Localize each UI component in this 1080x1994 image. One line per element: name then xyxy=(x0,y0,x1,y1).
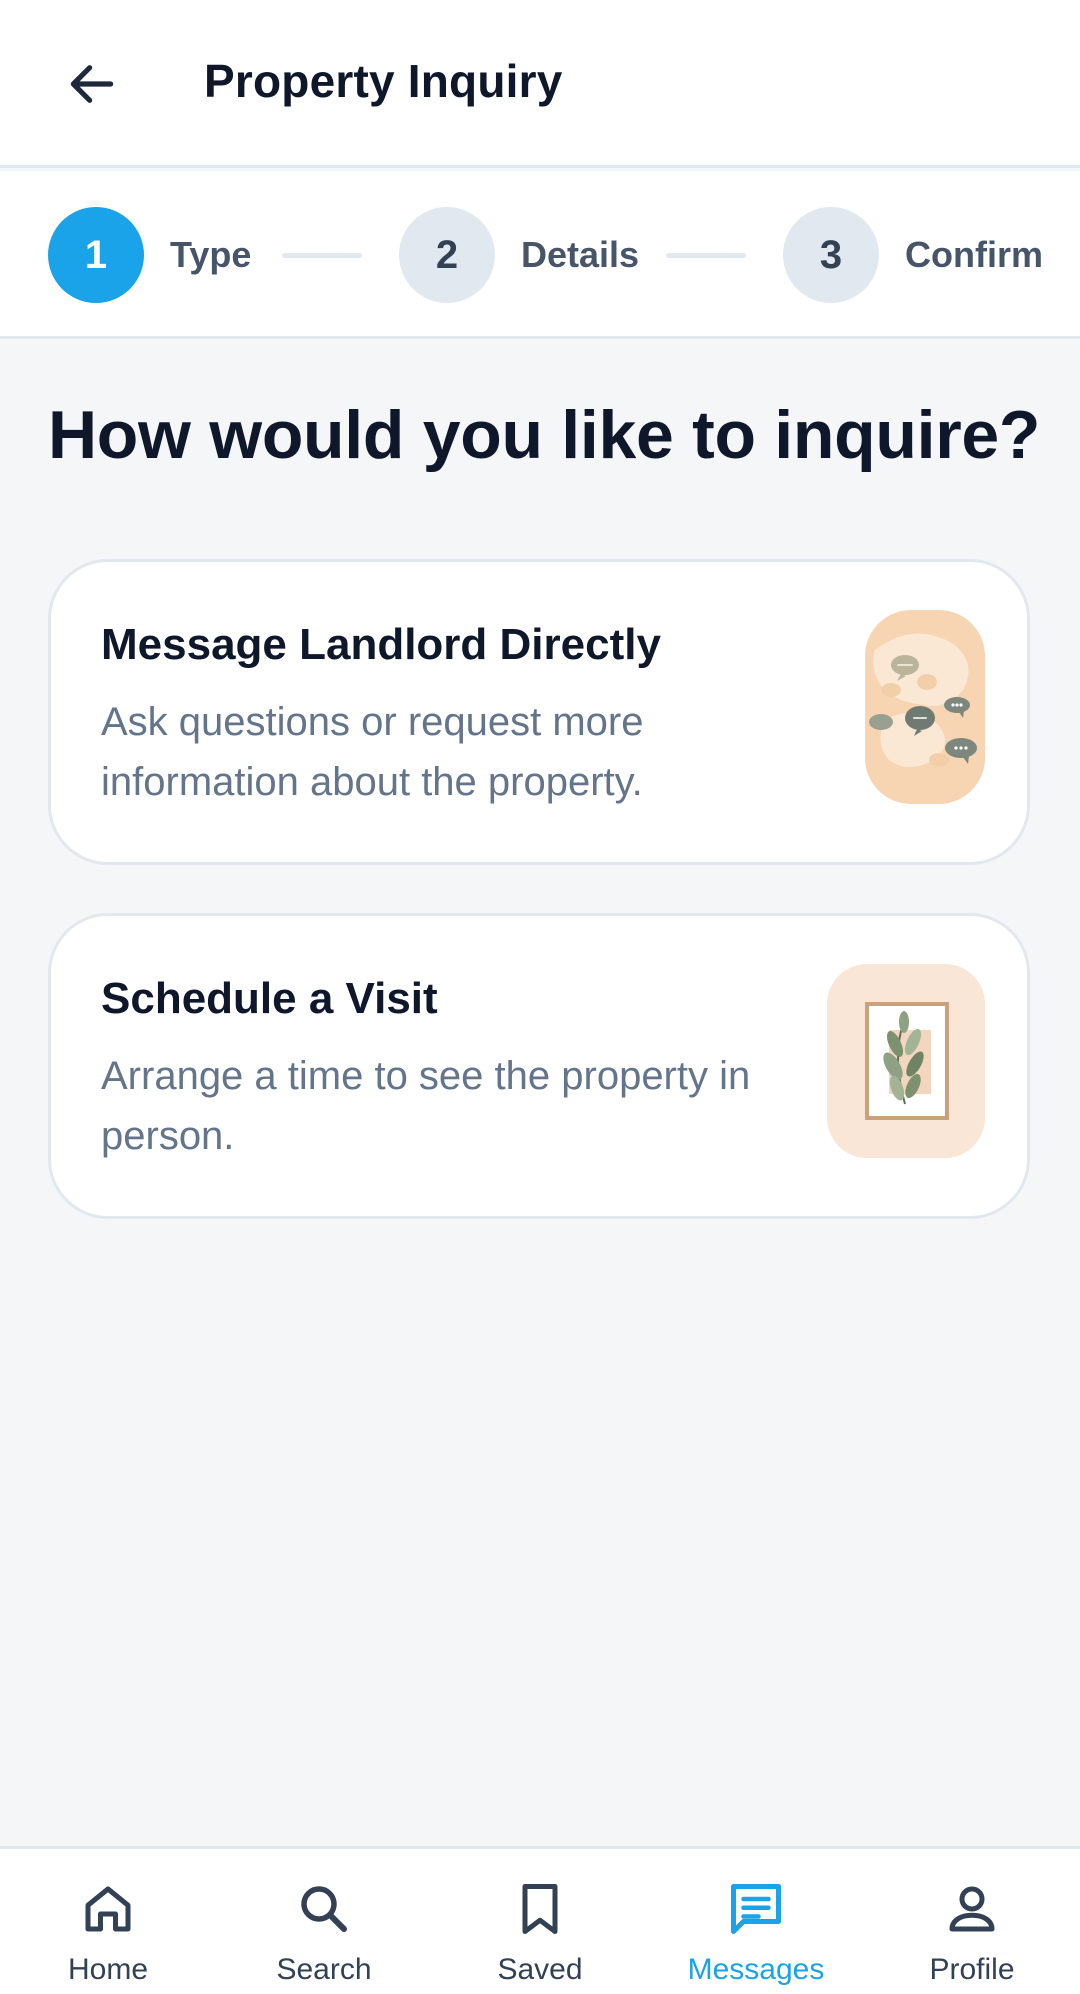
profile-icon xyxy=(949,1886,995,1932)
nav-label: Messages xyxy=(687,1953,825,1986)
step-type: 1 Type xyxy=(48,207,251,303)
nav-label: Search xyxy=(276,1953,372,1986)
step-details: 2 Details xyxy=(399,207,639,303)
option-title: Message Landlord Directly xyxy=(101,620,661,669)
section-heading: How would you like to inquire? xyxy=(48,397,1041,473)
framed-plant-illustration xyxy=(827,964,985,1158)
option-card-schedule-visit[interactable]: Schedule a Visit Arrange a time to see t… xyxy=(48,913,1030,1219)
nav-messages[interactable]: Messages xyxy=(648,1849,864,1994)
step-label: Type xyxy=(170,234,252,275)
page-title: Property Inquiry xyxy=(204,55,563,107)
progress-stepper: 1 Type 2 Details 3 Confirm xyxy=(0,171,1080,339)
nav-profile[interactable]: Profile xyxy=(864,1849,1080,1994)
step-number: 2 xyxy=(399,207,495,303)
bookmark-icon xyxy=(522,1884,558,1934)
bottom-navigation: Home Search Saved Messages Profile xyxy=(0,1846,1080,1994)
messages-icon xyxy=(731,1884,781,1934)
home-icon xyxy=(85,1886,131,1932)
step-connector xyxy=(282,253,362,258)
step-label: Confirm xyxy=(905,234,1043,275)
step-number: 1 xyxy=(48,207,144,303)
app-header: Property Inquiry xyxy=(0,0,1080,168)
app-screen: Property Inquiry 1 Type 2 Details 3 Conf… xyxy=(0,0,1080,1994)
step-connector xyxy=(666,253,746,258)
arrow-left-icon xyxy=(70,65,114,103)
nav-home[interactable]: Home xyxy=(0,1849,216,1994)
nav-label: Home xyxy=(67,1953,149,1986)
step-label: Details xyxy=(521,234,640,275)
option-description: Ask questions or request more informatio… xyxy=(101,700,644,804)
step-number: 3 xyxy=(783,207,879,303)
back-button[interactable] xyxy=(64,44,154,124)
nav-label: Saved xyxy=(497,1953,583,1986)
search-icon xyxy=(301,1886,347,1932)
chat-bubbles-illustration xyxy=(865,610,985,804)
nav-search[interactable]: Search xyxy=(216,1849,432,1994)
step-confirm: 3 Confirm xyxy=(783,207,1043,303)
option-title: Schedule a Visit xyxy=(101,974,438,1023)
nav-saved[interactable]: Saved xyxy=(432,1849,648,1994)
option-card-message-landlord[interactable]: Message Landlord Directly Ask questions … xyxy=(48,559,1030,865)
nav-label: Profile xyxy=(929,1953,1015,1986)
option-description: Arrange a time to see the property in pe… xyxy=(101,1054,751,1158)
